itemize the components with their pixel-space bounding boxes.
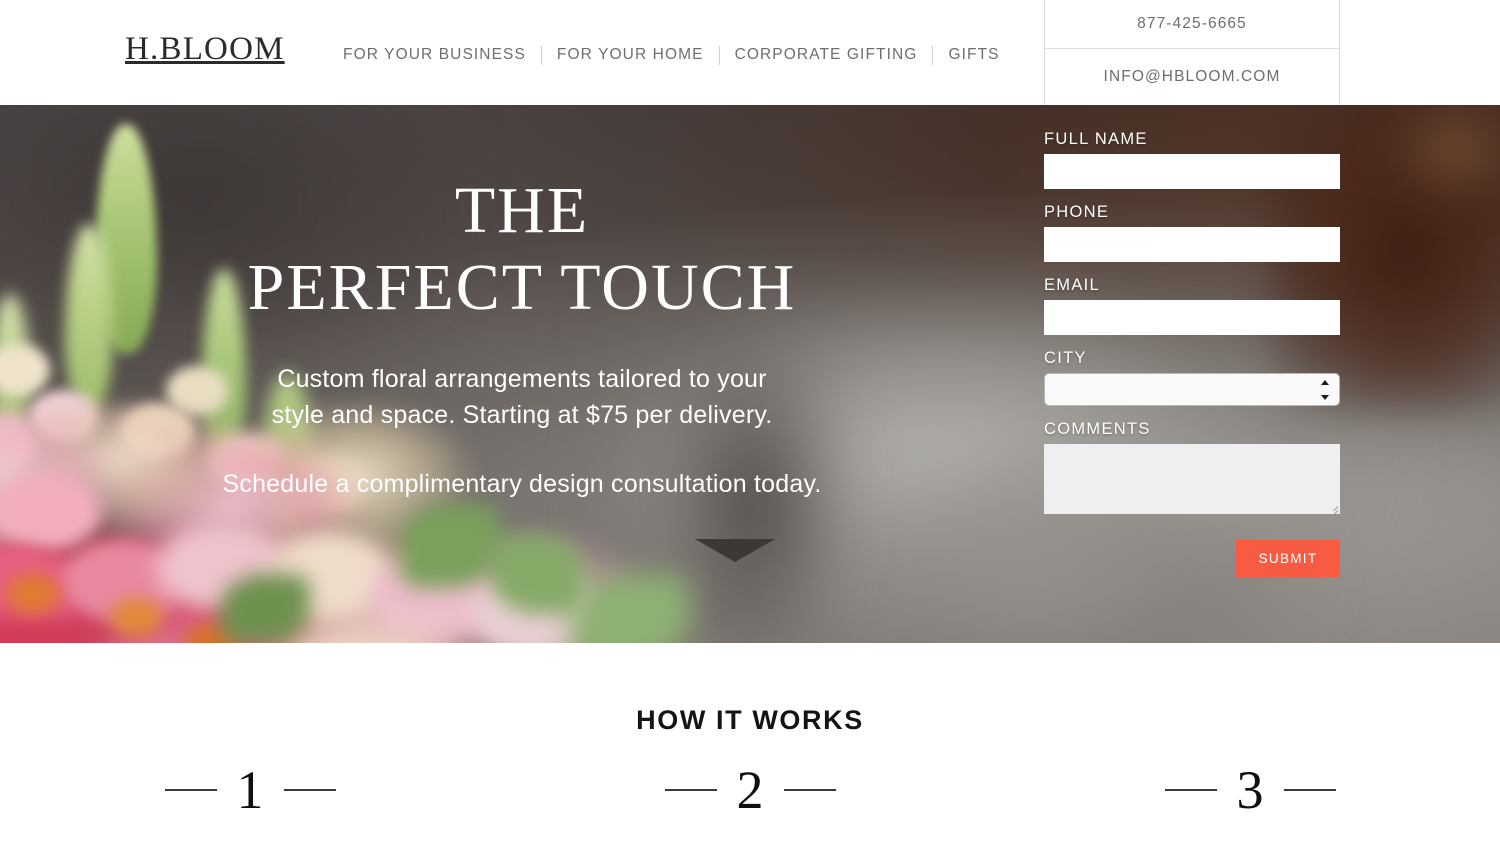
lead-capture-form: FULL NAME PHONE EMAIL CITY COMMENTS SUBM… xyxy=(1044,130,1340,577)
main-navigation: FOR YOUR BUSINESS FOR YOUR HOME CORPORAT… xyxy=(343,44,1000,66)
step-dash-left-icon xyxy=(664,789,717,791)
nav-divider xyxy=(718,45,720,65)
nav-item-for-your-home[interactable]: FOR YOUR HOME xyxy=(557,46,704,64)
flower-center xyxy=(110,598,162,636)
flower-leaf xyxy=(400,504,500,588)
nav-divider xyxy=(932,45,934,65)
how-it-works-section: HOW IT WORKS 1 2 3 xyxy=(0,643,1500,868)
hero-bottom-notch xyxy=(695,539,775,562)
phone-input[interactable] xyxy=(1044,227,1340,262)
step-dash-right-icon xyxy=(1283,789,1336,791)
step-item-1: 1 xyxy=(0,763,500,817)
phone-label: PHONE xyxy=(1044,203,1110,221)
how-it-works-title: HOW IT WORKS xyxy=(636,705,864,735)
nav-item-for-your-business[interactable]: FOR YOUR BUSINESS xyxy=(343,46,526,64)
flower-bud xyxy=(0,344,50,396)
city-select-wrapper xyxy=(1044,373,1340,406)
how-it-works-steps: 1 2 3 xyxy=(0,763,1500,817)
step-dash-left-icon xyxy=(164,789,217,791)
step-dash-right-icon xyxy=(783,789,836,791)
page-root: H.BLOOM FOR YOUR BUSINESS FOR YOUR HOME … xyxy=(0,0,1500,868)
full-name-input[interactable] xyxy=(1044,154,1340,189)
email-label: EMAIL xyxy=(1044,276,1101,294)
nav-item-gifts[interactable]: GIFTS xyxy=(948,46,999,64)
comments-wrapper xyxy=(1044,444,1340,519)
city-select[interactable] xyxy=(1044,373,1340,406)
contact-phone-link[interactable]: 877-425-6665 xyxy=(1045,0,1339,49)
nav-divider xyxy=(540,45,542,65)
full-name-label: FULL NAME xyxy=(1044,130,1148,148)
comments-label: COMMENTS xyxy=(1044,420,1151,438)
step-item-2: 2 xyxy=(500,763,1000,817)
flower-leaf xyxy=(490,534,586,614)
submit-row: SUBMIT xyxy=(1044,540,1340,577)
comments-textarea[interactable] xyxy=(1044,444,1340,514)
brand-logo[interactable]: H.BLOOM xyxy=(125,33,285,66)
flower-leaf xyxy=(220,574,310,643)
hero-bouquet xyxy=(0,104,730,643)
hero-bg-brown-highlight xyxy=(1380,104,1500,204)
flower-center xyxy=(6,574,60,614)
submit-button[interactable]: SUBMIT xyxy=(1236,540,1340,577)
step-dash-left-icon xyxy=(1164,789,1217,791)
site-header: H.BLOOM FOR YOUR BUSINESS FOR YOUR HOME … xyxy=(0,0,1500,105)
nav-item-corporate-gifting[interactable]: CORPORATE GIFTING xyxy=(735,46,918,64)
step-dash-right-icon xyxy=(283,789,336,791)
contact-email-link[interactable]: INFO@HBLOOM.COM xyxy=(1045,49,1339,104)
email-input[interactable] xyxy=(1044,300,1340,335)
step-item-3: 3 xyxy=(1000,763,1500,817)
city-label: CITY xyxy=(1044,349,1087,367)
contact-box: 877-425-6665 INFO@HBLOOM.COM xyxy=(1044,0,1340,105)
step-number: 1 xyxy=(236,760,264,820)
step-number: 3 xyxy=(1236,760,1264,820)
step-number: 2 xyxy=(736,760,764,820)
